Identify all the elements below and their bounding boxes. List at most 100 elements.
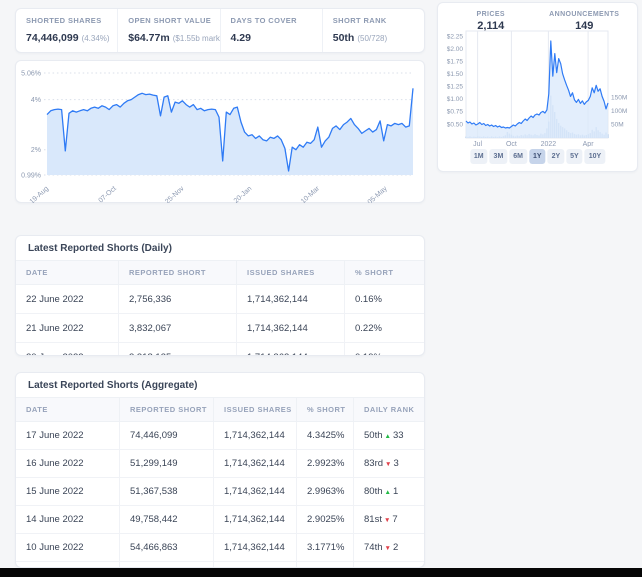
table-cell: 1,714,362,144 xyxy=(213,534,296,561)
table-cell: 2.9923% xyxy=(296,450,353,477)
table-row: 17 June 202274,446,0991,714,362,1444.342… xyxy=(16,422,424,450)
stat-subvalue: ($1.55b market cap) xyxy=(173,34,220,43)
daily-rank-cell: 81st▼7 xyxy=(353,506,424,533)
daily-rank-cell: 50th▲33 xyxy=(353,422,424,449)
daily-table-body: 22 June 20222,756,3361,714,362,1440.16%2… xyxy=(16,285,424,356)
svg-text:$2.00: $2.00 xyxy=(447,46,464,53)
table-cell: 1,714,362,144 xyxy=(213,478,296,505)
stat-value-line: 4.29 xyxy=(231,28,312,46)
price-chart[interactable]: JulOct2022Apr$2.25$2.00$1.75$1.50$1.25$1… xyxy=(440,29,637,147)
daily-shorts-table-card: Latest Reported Shorts (Daily) DATEREPOR… xyxy=(15,235,425,356)
daily-table-header: DATEREPORTED SHORTISSUED SHARES% SHORT xyxy=(16,260,424,285)
table-row: 15 June 202251,367,5381,714,362,1442.996… xyxy=(16,478,424,506)
stat-label: SHORT RANK xyxy=(333,16,414,25)
table-cell: 2.9963% xyxy=(296,478,353,505)
column-header: REPORTED SHORT xyxy=(119,398,213,421)
table-cell: 15 June 2022 xyxy=(16,478,119,505)
svg-text:19-Aug: 19-Aug xyxy=(29,185,51,203)
svg-text:2%: 2% xyxy=(31,147,41,154)
stat-value: 74,446,099 xyxy=(26,32,79,44)
range-button-1m[interactable]: 1M xyxy=(470,149,488,164)
table-row: 10 June 202254,466,8631,714,362,1443.177… xyxy=(16,534,424,562)
table-cell: 1,714,362,144 xyxy=(236,314,344,342)
svg-text:$1.50: $1.50 xyxy=(447,71,464,78)
stats-summary-card: SHORTED SHARES74,446,099(4.34%)OPEN SHOR… xyxy=(15,8,425,53)
column-header: ISSUED SHARES xyxy=(213,398,296,421)
stat-shorted-shares: SHORTED SHARES74,446,099(4.34%) xyxy=(16,9,117,52)
price-panel-card: PRICES 2,114 ANNOUNCEMENTS 149 JulOct202… xyxy=(437,2,638,172)
svg-text:$0.75: $0.75 xyxy=(447,109,464,116)
column-header: % SHORT xyxy=(344,261,424,284)
stat-value-line: 50th(50/728) xyxy=(333,28,414,46)
aggregate-table-title: Latest Reported Shorts (Aggregate) xyxy=(16,373,424,397)
svg-text:07-Oct: 07-Oct xyxy=(98,185,118,203)
table-cell: 3,318,135 xyxy=(118,343,236,356)
rank-change: 3 xyxy=(393,458,398,469)
svg-text:4%: 4% xyxy=(31,97,41,104)
column-header: ISSUED SHARES xyxy=(236,261,344,284)
svg-text:$1.75: $1.75 xyxy=(447,58,464,65)
bottom-black-bar xyxy=(0,568,642,577)
rank-down-arrow-icon: ▼ xyxy=(385,545,391,552)
column-header: DATE xyxy=(16,398,119,421)
stat-value-line: 74,446,099(4.34%) xyxy=(26,28,107,46)
stat-value: 4.29 xyxy=(231,32,251,44)
daily-rank-cell: 83rd▼3 xyxy=(353,450,424,477)
table-cell: 1,714,362,144 xyxy=(213,506,296,533)
daily-rank-cell: 74th▼2 xyxy=(353,534,424,561)
stat-label: DAYS TO COVER xyxy=(231,16,312,25)
svg-text:Apr: Apr xyxy=(583,141,595,147)
svg-text:10-Mar: 10-Mar xyxy=(300,185,322,203)
table-cell: 0.22% xyxy=(344,314,424,342)
prices-label: PRICES xyxy=(444,11,538,18)
svg-text:2022: 2022 xyxy=(541,141,557,147)
stat-subvalue: (50/728) xyxy=(357,34,387,43)
time-range-selector: 1M3M6M1Y2Y5Y10Y xyxy=(470,149,605,164)
table-cell: 10 June 2022 xyxy=(16,534,119,561)
table-cell: 2.9025% xyxy=(296,506,353,533)
table-row: 21 June 20223,832,0671,714,362,1440.22% xyxy=(16,314,424,343)
rank-down-arrow-icon: ▼ xyxy=(384,517,390,524)
short-interest-chart[interactable]: 5.06%4%2%0.99%19-Aug07-Oct25-Nov20-Jan10… xyxy=(17,65,425,203)
range-button-5y[interactable]: 5Y xyxy=(566,149,583,164)
column-header: DATE xyxy=(16,261,118,284)
svg-text:25-Nov: 25-Nov xyxy=(164,185,186,203)
rank-up-arrow-icon: ▲ xyxy=(385,489,391,496)
range-button-2y[interactable]: 2Y xyxy=(548,149,565,164)
svg-text:0.99%: 0.99% xyxy=(21,173,41,180)
rank-down-arrow-icon: ▼ xyxy=(385,461,391,468)
svg-text:50M: 50M xyxy=(611,122,624,129)
table-cell: 51,367,538 xyxy=(119,478,213,505)
table-cell: 74,446,099 xyxy=(119,422,213,449)
svg-text:Oct: Oct xyxy=(506,141,517,147)
rank-up-arrow-icon: ▲ xyxy=(385,433,391,440)
table-cell: 2,756,336 xyxy=(118,285,236,313)
column-header: DAILY RANK xyxy=(353,398,424,421)
column-header: REPORTED SHORT xyxy=(118,261,236,284)
range-button-3m[interactable]: 3M xyxy=(490,149,508,164)
table-row: 16 June 202251,299,1491,714,362,1442.992… xyxy=(16,450,424,478)
range-button-6m[interactable]: 6M xyxy=(509,149,527,164)
svg-text:$0.50: $0.50 xyxy=(447,121,464,128)
stat-value-line: $64.77m($1.55b market cap) xyxy=(128,28,209,46)
svg-text:5.06%: 5.06% xyxy=(21,71,41,78)
svg-text:05-May: 05-May xyxy=(367,185,389,203)
table-row: 20 June 20223,318,1351,714,362,1440.19% xyxy=(16,343,424,356)
stat-short-rank: SHORT RANK 50th(50/728) xyxy=(322,9,424,52)
daily-rank-cell: 80th▲1 xyxy=(353,478,424,505)
svg-text:$2.25: $2.25 xyxy=(447,33,464,40)
table-cell: 1,714,362,144 xyxy=(213,422,296,449)
table-cell: 20 June 2022 xyxy=(16,343,118,356)
table-cell: 3.1771% xyxy=(296,534,353,561)
table-cell: 54,466,863 xyxy=(119,534,213,561)
range-button-10y[interactable]: 10Y xyxy=(585,149,605,164)
rank-value: 81st xyxy=(364,514,382,525)
table-row: 14 June 202249,758,4421,714,362,1442.902… xyxy=(16,506,424,534)
rank-value: 80th xyxy=(364,486,383,497)
daily-table-title: Latest Reported Shorts (Daily) xyxy=(16,236,424,260)
range-button-1y[interactable]: 1Y xyxy=(529,149,546,164)
rank-change: 7 xyxy=(392,514,397,525)
table-cell: 4.3425% xyxy=(296,422,353,449)
aggregate-shorts-table-card: Latest Reported Shorts (Aggregate) DATER… xyxy=(15,372,425,568)
table-cell: 49,758,442 xyxy=(119,506,213,533)
